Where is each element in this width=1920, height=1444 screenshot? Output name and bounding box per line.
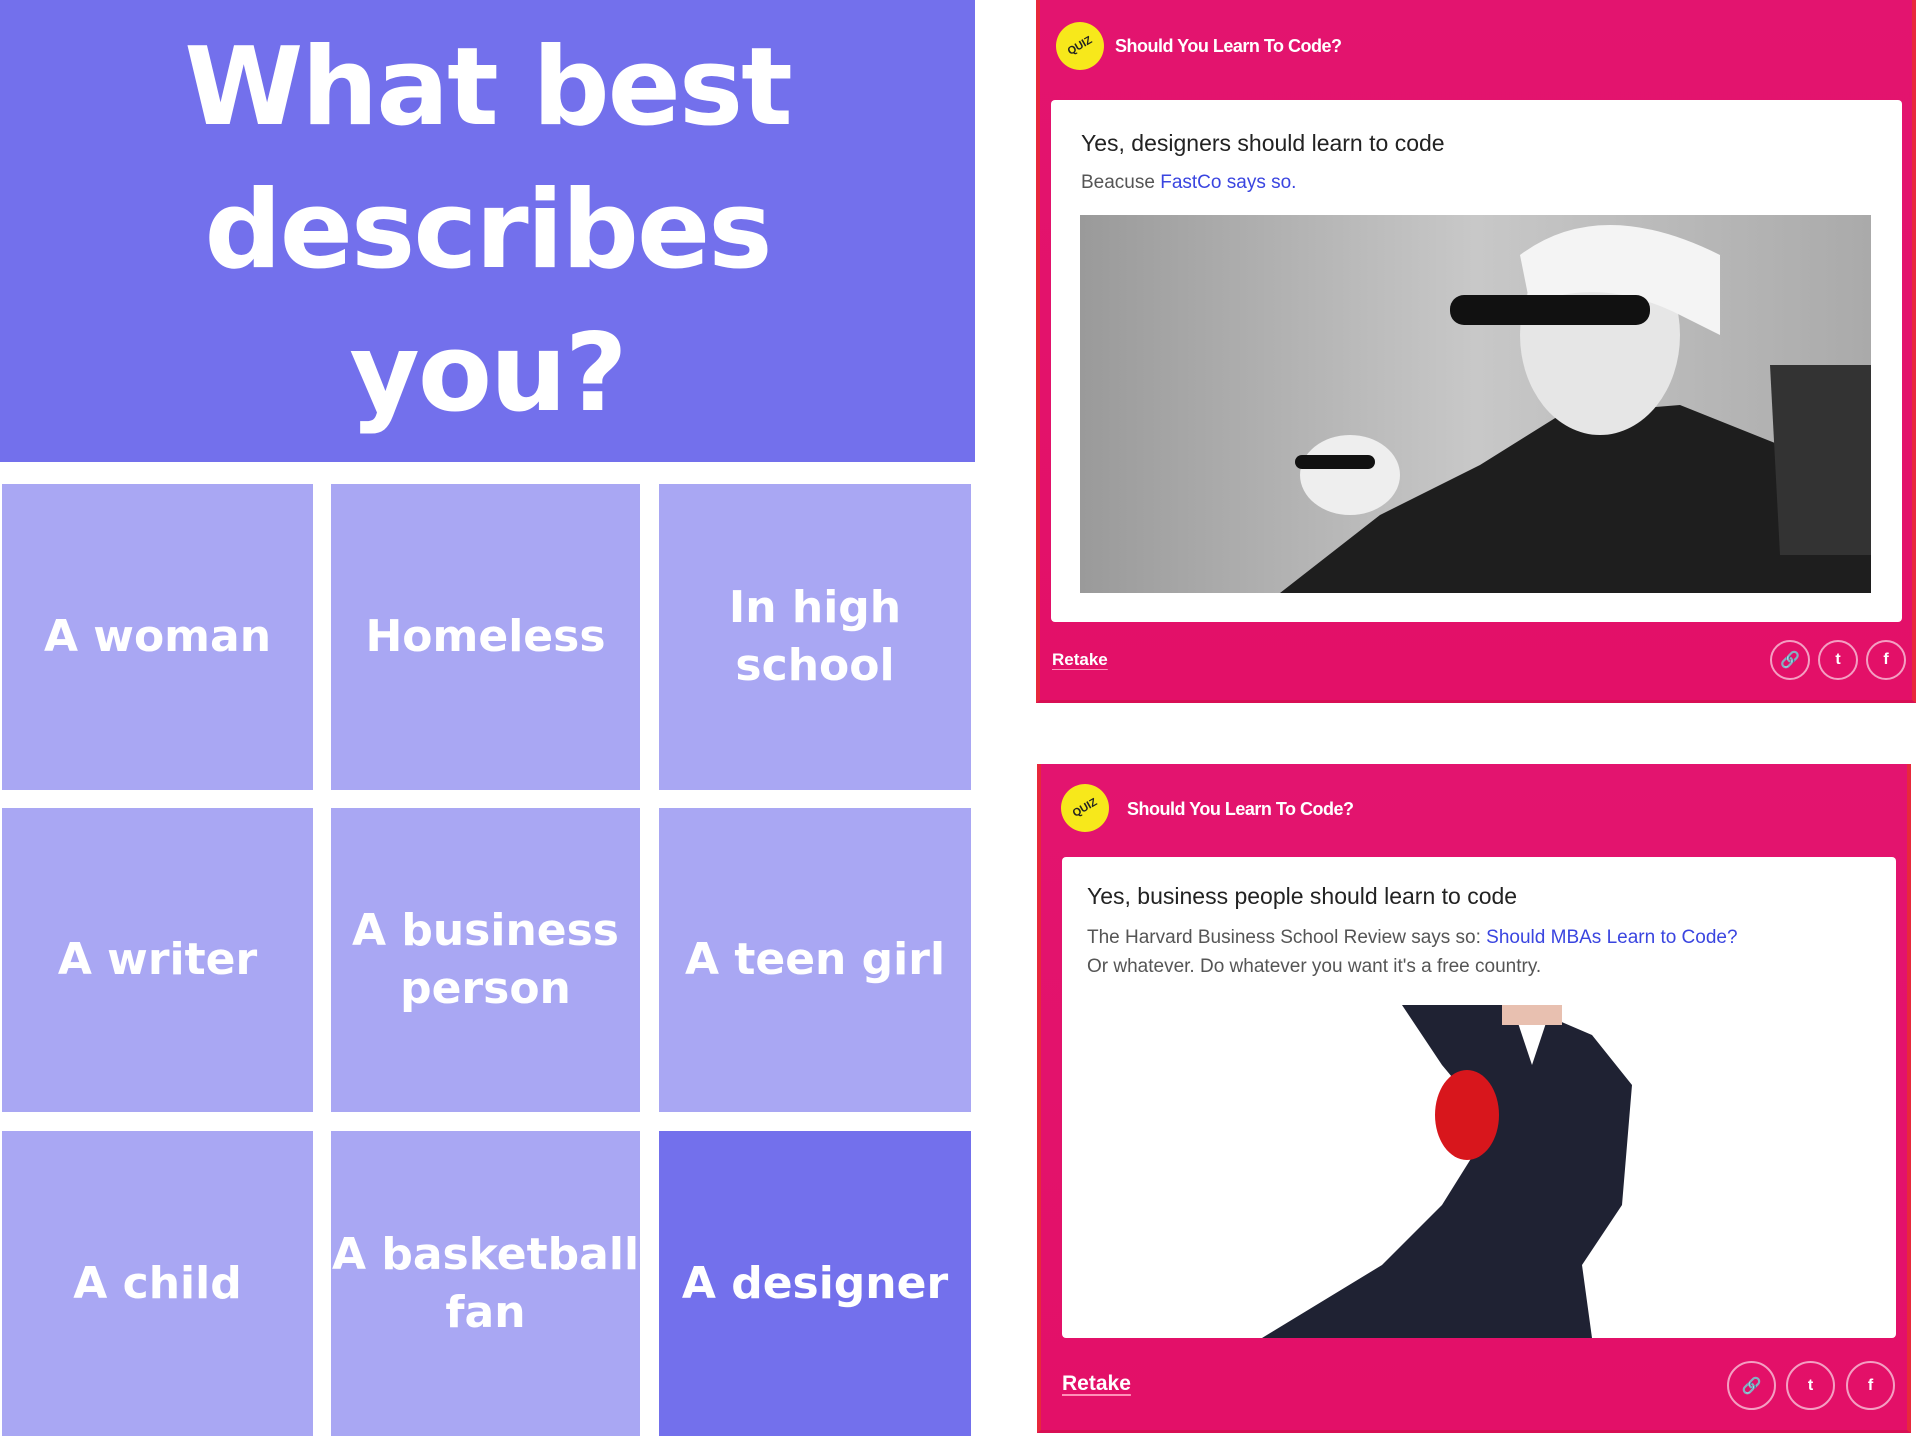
facebook-icon[interactable]: f bbox=[1866, 640, 1906, 680]
result-heading: Yes, designers should learn to code bbox=[1081, 130, 1445, 156]
result-card-business: QUIZ Should You Learn To Code? Yes, busi… bbox=[1037, 764, 1911, 1433]
retake-link[interactable]: Retake bbox=[1062, 1372, 1131, 1396]
quiz-badge: QUIZ bbox=[1047, 13, 1113, 79]
result-text-plain: Beacuse bbox=[1081, 172, 1161, 193]
facebook-icon[interactable]: f bbox=[1846, 1361, 1895, 1410]
link-icon[interactable]: 🔗 bbox=[1727, 1361, 1776, 1410]
result-image bbox=[1080, 215, 1871, 593]
result-text: The Harvard Business School Review says … bbox=[1087, 927, 1738, 949]
result-text-2: Or whatever. Do whatever you want it's a… bbox=[1087, 956, 1542, 977]
option-a-woman[interactable]: A woman bbox=[2, 484, 313, 790]
quiz-badge: QUIZ bbox=[1052, 775, 1118, 841]
question-title: What best describes you? bbox=[0, 0, 975, 462]
question-line: describes bbox=[204, 168, 773, 293]
question-line: you? bbox=[349, 311, 627, 436]
option-homeless[interactable]: Homeless bbox=[331, 484, 640, 790]
quiz-title: Should You Learn To Code? bbox=[1127, 799, 1354, 819]
result-card-designers: QUIZ Should You Learn To Code? Yes, desi… bbox=[1036, 0, 1916, 703]
quiz-title: Should You Learn To Code? bbox=[1115, 36, 1342, 56]
fastco-link[interactable]: FastCo says so. bbox=[1160, 172, 1296, 193]
result-text: Beacuse FastCo says so. bbox=[1081, 172, 1296, 194]
result-panel: Yes, business people should learn to cod… bbox=[1062, 857, 1896, 1338]
option-a-teen-girl[interactable]: A teen girl bbox=[659, 808, 971, 1112]
option-a-writer[interactable]: A writer bbox=[2, 808, 313, 1112]
retake-link[interactable]: Retake bbox=[1052, 650, 1108, 670]
result-heading: Yes, business people should learn to cod… bbox=[1087, 883, 1518, 909]
twitter-icon[interactable]: t bbox=[1786, 1361, 1835, 1410]
mba-link[interactable]: Should MBAs Learn to Code? bbox=[1486, 927, 1737, 948]
option-in-high-school[interactable]: In high school bbox=[659, 484, 971, 790]
question-line: What best bbox=[184, 25, 793, 150]
result-panel: Yes, designers should learn to code Beac… bbox=[1051, 100, 1902, 622]
option-a-basketball-fan[interactable]: A basketball fan bbox=[331, 1131, 640, 1436]
option-a-child[interactable]: A child bbox=[2, 1131, 313, 1436]
option-a-business-person[interactable]: A business person bbox=[331, 808, 640, 1112]
twitter-icon[interactable]: t bbox=[1818, 640, 1858, 680]
result-text-plain: The Harvard Business School Review says … bbox=[1087, 927, 1487, 948]
option-a-designer[interactable]: A designer bbox=[659, 1131, 971, 1436]
result-image bbox=[1262, 1005, 1632, 1338]
link-icon[interactable]: 🔗 bbox=[1770, 640, 1810, 680]
